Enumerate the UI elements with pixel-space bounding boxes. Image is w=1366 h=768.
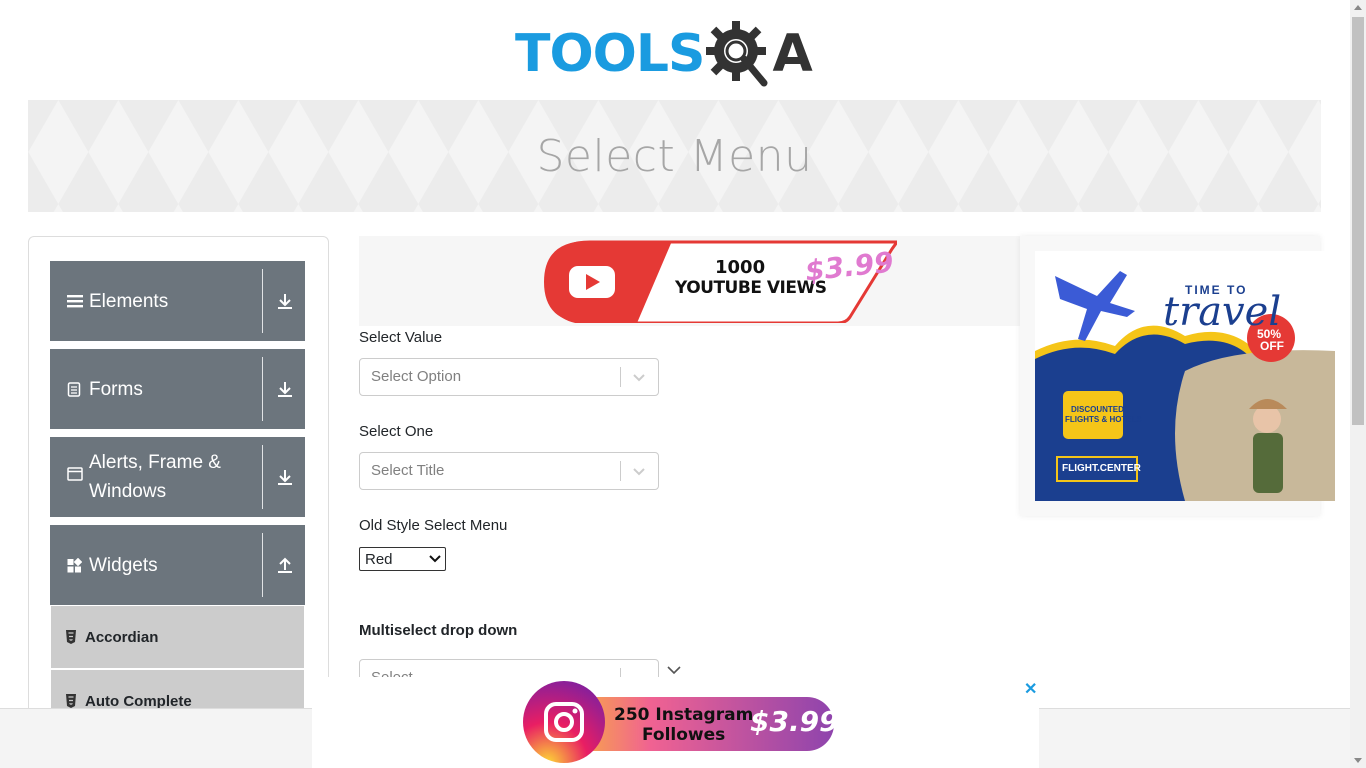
travel-ad-brand: FLIGHT.CENTER [1062,463,1141,474]
html5-icon [65,630,77,644]
download-arrow-icon[interactable] [275,291,295,311]
sidebar-item-label: Accordian [85,628,159,646]
dropdown-separator [620,367,621,387]
multiselect-label: Multiselect drop down [359,622,518,639]
instagram-ad-line1: 250 Instagram [614,705,754,725]
sidebar-group-label: Widgets [89,554,158,576]
travel-ad-promo2: FLIGHTS & HOTELS [1065,415,1142,424]
group-divider [262,357,263,421]
travel-ad-creative: TIME TO travel 50% OFF DISCOUNTED FLIGHT… [1035,251,1335,501]
select-value-dropdown[interactable]: Select Option [359,358,659,396]
chevron-down-icon[interactable] [631,463,647,479]
group-divider [262,269,263,333]
chevron-down-icon[interactable] [666,664,682,676]
page-title: Select Menu [536,130,813,182]
youtube-ad-line2: YOUTUBE VIEWS [675,278,827,298]
sidebar-group-elements[interactable]: Elements [50,261,305,341]
page-scrollbar[interactable] [1350,0,1366,768]
close-icon[interactable]: ✕ [1024,679,1037,699]
html5-icon [65,694,77,708]
upload-arrow-icon[interactable] [275,555,295,575]
page-banner: Select Menu [28,100,1321,212]
sidebar-group-forms[interactable]: Forms [50,349,305,429]
sidebar-panel: Elements Forms Alerts, Frame & Windows W… [28,236,329,716]
logo-text-tools: TOOLS [515,24,705,84]
chevron-down-icon [429,555,441,563]
old-style-select-value: Red [365,550,393,568]
window-icon [67,467,83,481]
travel-ad[interactable]: ✕ TIME TO travel 50% OFF DISCOUNTED FLIG… [1020,236,1335,516]
old-style-select[interactable]: Red [359,547,446,571]
sidebar-group-widgets[interactable]: Widgets [50,525,305,605]
hamburger-icon [67,294,83,308]
download-arrow-icon[interactable] [275,379,295,399]
travel-ad-badge-off: OFF [1260,339,1284,353]
logo-text-a: A [772,24,813,84]
sidebar-group-label: Elements [89,290,169,312]
youtube-ad-line1: 1000 [715,257,766,278]
select-one-placeholder: Select Title [371,462,445,479]
download-arrow-icon[interactable] [275,467,295,487]
sidebar-item-accordian[interactable]: Accordian [51,606,304,668]
page: TOOLS A Select Menu Elements Forms Alert… [0,0,1366,768]
sidebar-group-label: Alerts, Frame & Windows [89,452,221,502]
instagram-ad-line2: Followes [642,725,726,745]
sidebar-group-alerts[interactable]: Alerts, Frame & Windows [50,437,305,517]
sidebar-group-label: Forms [89,378,143,400]
sidebar-item-label: Auto Complete [85,692,192,710]
widgets-icon [67,557,83,573]
instagram-followers-ad[interactable]: 250 Instagram Followes $3.99 ✕ [312,677,1039,768]
chevron-down-icon[interactable] [631,369,647,385]
select-value-label: Select Value [359,329,443,346]
instagram-ad-price: $3.99 [750,705,839,738]
scroll-down-icon[interactable] [1354,758,1362,763]
dropdown-separator [620,461,621,481]
travel-ad-promo1: DISCOUNTED [1071,405,1124,414]
select-one-dropdown[interactable]: Select Title [359,452,659,490]
scrollbar-thumb[interactable] [1352,17,1364,425]
toolsqa-logo[interactable]: TOOLS A [515,16,840,92]
document-icon [67,381,83,397]
old-style-select-label: Old Style Select Menu [359,517,508,534]
scroll-up-icon[interactable] [1354,5,1362,10]
group-divider [262,445,263,509]
select-one-label: Select One [359,423,434,440]
gear-magnifier-icon [706,21,768,87]
select-value-placeholder: Select Option [371,368,462,385]
group-divider [262,533,263,597]
